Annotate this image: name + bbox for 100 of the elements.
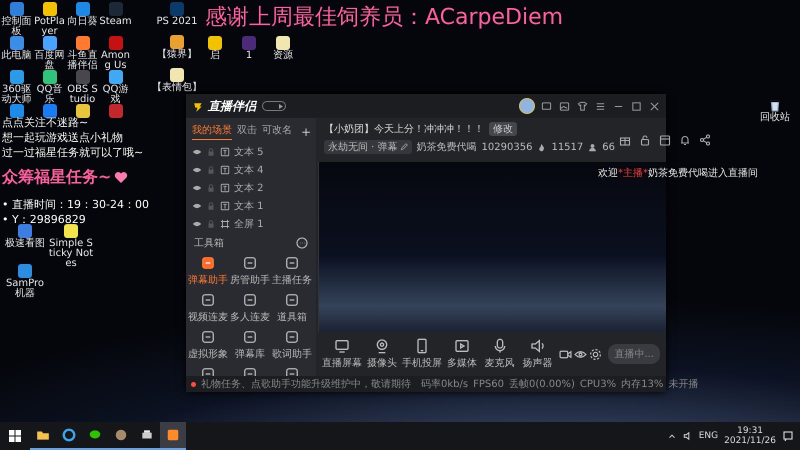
heart-icon: [114, 171, 128, 184]
microphone-icon: [492, 338, 508, 354]
stream-title: 【小奶团】今天上分！冲冲冲！！！: [324, 122, 484, 136]
icon-label: 回收站: [760, 113, 790, 123]
app-icon[interactable]: [76, 104, 90, 118]
app-icon[interactable]: [10, 70, 24, 84]
tool-icon: [243, 330, 257, 344]
tool-button[interactable]: 主播任务: [271, 253, 313, 290]
scene-tab[interactable]: 双击: [237, 123, 257, 140]
clock[interactable]: 19:31 2021/11/26: [724, 426, 776, 446]
text-box-icon: [220, 165, 230, 175]
source-button[interactable]: 手机投屏: [402, 338, 442, 370]
status-stat: 内存13%: [621, 378, 664, 391]
share-icon[interactable]: [699, 134, 711, 146]
icon-label: 控制面板: [0, 17, 32, 37]
room-number: 10290356: [482, 142, 532, 152]
image-icon[interactable]: [559, 100, 570, 112]
scene-item[interactable]: 文本 1: [234, 199, 264, 213]
app-icon[interactable]: [76, 36, 90, 50]
tool-button[interactable]: 多人连麦: [229, 290, 271, 327]
icon-label: PotPlayer: [33, 17, 66, 37]
edit-button[interactable]: 修改: [489, 122, 517, 136]
icon-label: 360驱动大师: [0, 85, 32, 105]
status-notice: 礼物任务、点歌助手功能升级维护中，敬请期待: [201, 378, 411, 391]
source-button[interactable]: 直播屏幕: [322, 338, 362, 370]
avatar[interactable]: [519, 98, 535, 114]
app-icon[interactable]: [18, 264, 32, 278]
source-button[interactable]: 麦克风: [482, 338, 518, 370]
tool-button[interactable]: 虚拟形象: [187, 327, 229, 364]
round-icon: [114, 428, 128, 442]
tool-button[interactable]: 歌词助手: [271, 327, 313, 364]
heat-count: 11517: [551, 142, 584, 152]
app-icon[interactable]: [42, 36, 56, 50]
icon-label: 向日葵: [68, 17, 98, 27]
app-icon[interactable]: [108, 70, 122, 84]
tool-button[interactable]: 道具箱: [271, 290, 313, 327]
menu-icon[interactable]: [595, 100, 606, 112]
scene-item[interactable]: 文本 5: [234, 145, 264, 159]
shirt-icon[interactable]: [577, 100, 588, 112]
text-box-icon: [220, 183, 230, 193]
tool-button[interactable]: 视频连麦: [187, 290, 229, 327]
settings-icon[interactable]: [589, 348, 602, 360]
scene-tab[interactable]: 我的场景: [192, 123, 232, 140]
app-icon[interactable]: [170, 68, 184, 82]
tool-icon: [201, 330, 215, 344]
video-icon[interactable]: [559, 348, 572, 360]
monitor-icon: [334, 338, 350, 354]
notification-icon[interactable]: [782, 430, 794, 442]
app-icon[interactable]: [42, 2, 56, 16]
bell-icon[interactable]: [679, 134, 691, 146]
box-icon[interactable]: [659, 134, 671, 146]
icon-label: 百度网盘: [34, 51, 66, 71]
more-icon[interactable]: [296, 237, 308, 249]
app-title: 直播伴侣: [208, 98, 256, 114]
app-icon[interactable]: [276, 36, 290, 50]
toolbox-title: 工具箱: [194, 237, 224, 250]
text-box-icon: [220, 147, 230, 157]
scene-item[interactable]: 文本 2: [234, 181, 264, 195]
play-icon: [279, 104, 283, 108]
scene-tab[interactable]: 可改名: [262, 123, 292, 140]
scene-item[interactable]: 全屏 1: [234, 217, 264, 231]
icon-label: 极速看图: [5, 239, 45, 249]
source-button[interactable]: 扬声器: [520, 338, 556, 370]
app-icon[interactable]: [42, 104, 56, 118]
icon-label: Simple Sticky Notes: [48, 239, 94, 269]
app-icon[interactable]: [64, 224, 78, 238]
status-stat: FPS60: [473, 378, 504, 390]
tool-button[interactable]: 弹幕库: [229, 327, 271, 364]
icon-label: SamPro 机器: [4, 279, 46, 299]
close-icon[interactable]: [649, 100, 660, 112]
tool-button[interactable]: 弹幕助手: [187, 253, 229, 290]
app-icon[interactable]: [42, 70, 56, 84]
schedule-text: • 直播时间：19：30-24：00: [2, 198, 149, 211]
streamer-name: 奶茶免费代喝: [416, 140, 477, 154]
maximize-icon[interactable]: [631, 100, 642, 112]
source-button[interactable]: 多媒体: [444, 338, 480, 370]
app-icon[interactable]: [170, 35, 184, 49]
app-logo-icon: [166, 428, 180, 442]
viewer-count: 66: [602, 142, 615, 152]
pencil-icon: [400, 143, 408, 151]
tool-icon: [285, 330, 299, 344]
version-badge[interactable]: [262, 101, 286, 111]
icon-label: 【猿界】: [157, 50, 197, 60]
app-icon[interactable]: [10, 36, 24, 50]
add-button[interactable]: +: [300, 124, 311, 138]
start-icon: [9, 430, 21, 442]
source-button[interactable]: 摄像头: [364, 338, 400, 370]
webcam-icon: [374, 338, 390, 354]
speaker-icon: [530, 338, 546, 354]
status-stat: CPU3%: [580, 378, 616, 390]
tool-button[interactable]: 房管助手: [229, 253, 271, 290]
lock-icon[interactable]: [639, 134, 651, 146]
scene-item[interactable]: 文本 4: [234, 163, 264, 177]
app-icon[interactable]: [208, 36, 222, 50]
tool-icon: [285, 256, 299, 270]
icon-label: 【表情包】: [152, 83, 202, 93]
recycle-bin-icon[interactable]: [768, 98, 782, 112]
icon-label: Among Us: [100, 51, 132, 71]
language-indicator[interactable]: ENG: [698, 431, 718, 441]
category-tag[interactable]: 永劫无间 · 弹幕: [324, 140, 412, 154]
